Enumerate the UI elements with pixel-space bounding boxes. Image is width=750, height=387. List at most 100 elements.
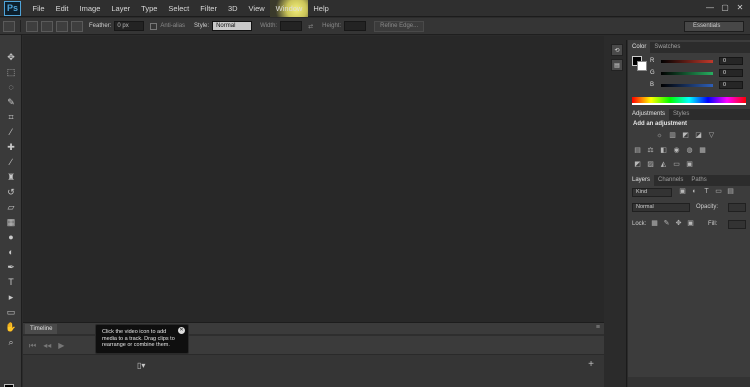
menu-image[interactable]: Image: [74, 0, 106, 17]
vibrance-icon[interactable]: ▽: [707, 132, 716, 140]
lock-transparent-icon[interactable]: ▦: [650, 220, 659, 228]
channel-mixer-icon[interactable]: ◍: [685, 147, 694, 155]
blur-tool-icon[interactable]: ●: [5, 231, 17, 243]
menu-help[interactable]: Help: [308, 0, 334, 17]
layer-filter-kind-select[interactable]: Kind: [632, 188, 672, 197]
photo-filter-icon[interactable]: ◉: [672, 147, 681, 155]
add-media-icon[interactable]: +: [588, 359, 594, 370]
invert-icon[interactable]: ◩: [633, 161, 642, 169]
panel-menu-icon[interactable]: ≡: [596, 324, 600, 331]
fill-input[interactable]: [728, 220, 746, 229]
move-tool-icon[interactable]: ✥: [5, 51, 17, 63]
brightness-contrast-icon[interactable]: ☼: [655, 132, 664, 140]
hue-saturation-icon[interactable]: ▤: [633, 147, 642, 155]
background-color-swatch[interactable]: [637, 61, 647, 71]
red-slider[interactable]: [661, 59, 713, 63]
go-to-first-frame-icon[interactable]: ⏮: [29, 341, 36, 351]
lock-all-icon[interactable]: ▣: [686, 220, 695, 228]
quick-select-tool-icon[interactable]: ✎: [5, 96, 17, 108]
exposure-icon[interactable]: ◪: [694, 132, 703, 140]
menu-edit[interactable]: Edit: [50, 0, 74, 17]
filter-shape-icon[interactable]: ▭: [714, 188, 723, 196]
tab-styles[interactable]: Styles: [669, 109, 693, 120]
filter-smart-object-icon[interactable]: ▤: [726, 188, 735, 196]
green-slider[interactable]: [661, 71, 713, 75]
filter-pixel-icon[interactable]: ▣: [678, 188, 687, 196]
marquee-tool-icon[interactable]: ⬚: [5, 66, 17, 78]
close-button[interactable]: ✕: [734, 2, 746, 13]
menu-3d[interactable]: 3D: [222, 0, 243, 17]
clone-stamp-tool-icon[interactable]: ♜: [5, 171, 17, 183]
minimize-button[interactable]: —: [704, 2, 716, 13]
height-input[interactable]: [344, 21, 367, 31]
feather-input[interactable]: 0 px: [114, 21, 145, 31]
menu-window[interactable]: Window: [270, 0, 308, 17]
add-to-selection-icon[interactable]: [41, 20, 53, 32]
menu-view[interactable]: View: [243, 0, 270, 17]
tab-layers[interactable]: Layers: [628, 175, 655, 186]
properties-panel-icon[interactable]: ▤: [611, 59, 623, 71]
workspace-select[interactable]: Essentials: [684, 21, 744, 32]
intersect-selection-icon[interactable]: [71, 20, 83, 32]
gradient-tool-icon[interactable]: ▦: [5, 216, 17, 228]
tab-channels[interactable]: Channels: [654, 175, 687, 186]
document-area[interactable]: [23, 36, 604, 322]
green-value[interactable]: 0: [719, 69, 743, 77]
menu-file[interactable]: File: [27, 0, 50, 17]
healing-brush-tool-icon[interactable]: ✚: [5, 141, 17, 153]
filter-type-icon[interactable]: T: [702, 188, 711, 196]
blend-mode-select[interactable]: Normal: [632, 203, 690, 212]
color-spectrum[interactable]: [632, 97, 746, 105]
type-tool-icon[interactable]: T: [5, 276, 17, 288]
color-lookup-icon[interactable]: ▦: [698, 147, 707, 155]
video-icon[interactable]: ▯▾: [137, 361, 145, 370]
antialias-checkbox[interactable]: [150, 22, 158, 30]
lock-image-icon[interactable]: ✎: [662, 220, 671, 228]
menu-layer[interactable]: Layer: [106, 0, 136, 17]
history-panel-icon[interactable]: ⟲: [611, 44, 623, 56]
hand-tool-icon[interactable]: ✋: [5, 321, 17, 333]
path-selection-tool-icon[interactable]: ▸: [5, 291, 17, 303]
restore-button[interactable]: ▢: [719, 2, 731, 13]
red-value[interactable]: 0: [719, 57, 743, 65]
style-select[interactable]: Normal: [212, 21, 253, 31]
zoom-tool-icon[interactable]: ⌕: [5, 336, 17, 348]
gradient-map-icon[interactable]: ▭: [672, 161, 681, 169]
eraser-tool-icon[interactable]: ▱: [5, 201, 17, 213]
posterize-icon[interactable]: ▨: [646, 161, 655, 169]
close-icon[interactable]: ✕: [178, 327, 185, 334]
blue-slider[interactable]: [661, 83, 713, 87]
menu-type[interactable]: Type: [136, 0, 163, 17]
threshold-icon[interactable]: ◭: [659, 161, 668, 169]
menu-select[interactable]: Select: [163, 0, 195, 17]
subtract-selection-icon[interactable]: [56, 20, 68, 32]
lasso-tool-icon[interactable]: ◌: [5, 81, 17, 93]
eyedropper-tool-icon[interactable]: ⁄: [5, 126, 17, 138]
curves-icon[interactable]: ◩: [681, 132, 690, 140]
selective-color-icon[interactable]: ▣: [685, 161, 694, 169]
new-selection-icon[interactable]: [26, 20, 38, 32]
swap-dimensions-icon[interactable]: ⇄: [308, 23, 313, 30]
brush-tool-icon[interactable]: ∕: [5, 156, 17, 168]
opacity-input[interactable]: [728, 203, 746, 212]
refine-edge-button[interactable]: Refine Edge...: [374, 20, 425, 32]
tab-color[interactable]: Color: [628, 42, 651, 53]
blue-value[interactable]: 0: [719, 81, 743, 89]
tab-timeline[interactable]: Timeline: [25, 324, 58, 334]
previous-frame-icon[interactable]: ◂◂: [43, 341, 51, 351]
crop-tool-icon[interactable]: ⌗: [5, 111, 17, 123]
tab-adjustments[interactable]: Adjustments: [628, 109, 670, 120]
tab-paths[interactable]: Paths: [687, 175, 710, 186]
black-white-icon[interactable]: ◧: [659, 147, 668, 155]
lock-position-icon[interactable]: ✥: [674, 220, 683, 228]
history-brush-tool-icon[interactable]: ↺: [5, 186, 17, 198]
play-icon[interactable]: ▶: [58, 341, 64, 351]
pen-tool-icon[interactable]: ✒: [5, 261, 17, 273]
levels-icon[interactable]: ▥: [668, 132, 677, 140]
filter-adjustment-icon[interactable]: ◐: [690, 188, 699, 196]
color-balance-icon[interactable]: ⚖: [646, 147, 655, 155]
menu-filter[interactable]: Filter: [195, 0, 223, 17]
timeline-track[interactable]: [23, 354, 604, 387]
rectangle-tool-icon[interactable]: ▭: [5, 306, 17, 318]
tab-swatches[interactable]: Swatches: [650, 42, 684, 53]
